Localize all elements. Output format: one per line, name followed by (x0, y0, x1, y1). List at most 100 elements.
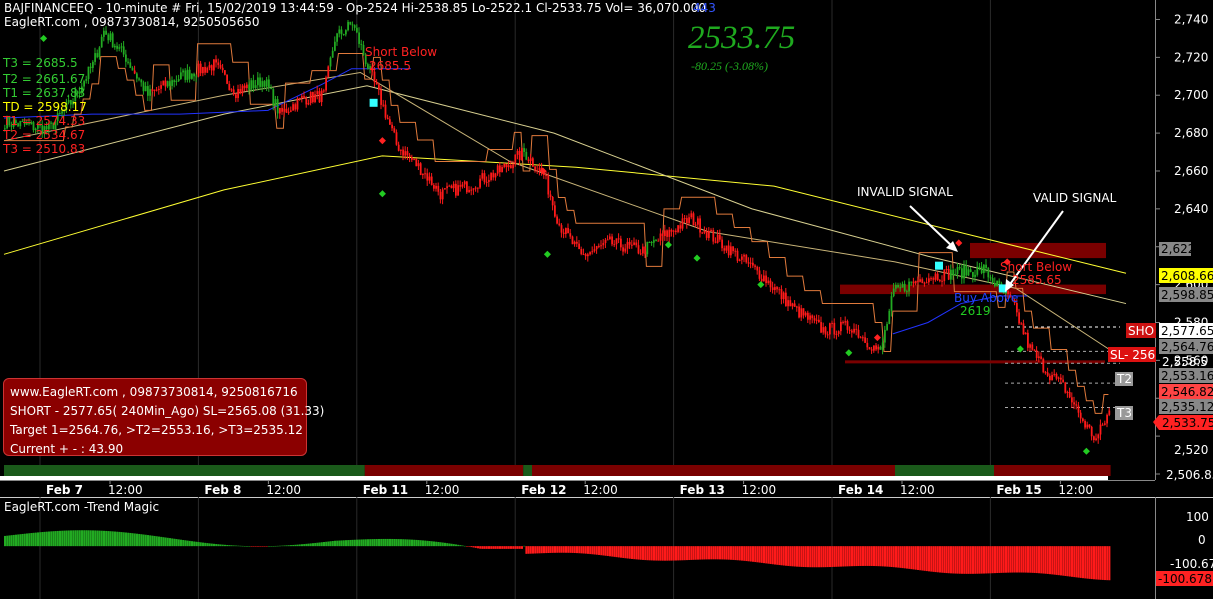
ind-bar (650, 546, 653, 561)
candle-body (105, 30, 107, 35)
ind-bar (523, 545, 526, 547)
candle-body (963, 265, 965, 279)
ind-bar (180, 539, 182, 547)
ind-bar (1099, 546, 1102, 580)
candle-body (285, 108, 288, 113)
ind-bar (622, 546, 625, 558)
candle-body (595, 246, 598, 250)
ind-bar (994, 546, 996, 574)
ind-bar (12, 534, 15, 547)
candle-body (281, 107, 283, 112)
ind-bar (1018, 546, 1021, 573)
candle-body (991, 278, 994, 283)
ind-bar (822, 546, 825, 568)
candle-body (224, 70, 226, 75)
ind-bar (37, 532, 39, 547)
ind-bar (963, 546, 966, 574)
day-label: Feb 15 (996, 483, 1041, 497)
candle-body (89, 66, 92, 68)
tag-2558: 2,558.5 (1162, 355, 1208, 369)
candle-body (340, 29, 343, 35)
ind-bar (303, 544, 306, 547)
candle-body (419, 163, 422, 176)
candle-body (373, 71, 376, 83)
ind-bar (613, 546, 616, 557)
ind-bar (551, 546, 554, 553)
ind-bar (866, 546, 869, 566)
candle-body (672, 230, 675, 232)
red-diamond (378, 137, 386, 145)
ind-bar (419, 540, 422, 547)
candle-body (628, 241, 631, 245)
candle-body (516, 150, 519, 155)
ind-bar (831, 546, 834, 567)
ind-bar (353, 539, 356, 547)
candle-body (1040, 356, 1042, 359)
ind-bar (276, 545, 279, 547)
ind-bar (83, 530, 86, 547)
ind-bar (853, 546, 856, 567)
ind-bar (34, 532, 37, 547)
candle-body (598, 245, 600, 247)
ind-bar (956, 546, 959, 574)
candle-body (1082, 418, 1084, 421)
candle-body (85, 79, 88, 82)
candle-body (661, 233, 664, 237)
ind-bar (791, 546, 794, 567)
candle-body (1097, 434, 1100, 439)
candle-body (976, 266, 979, 275)
candle-body (639, 253, 642, 255)
candle-body (738, 259, 741, 261)
candle-body (314, 94, 316, 103)
ind-bar (1075, 546, 1078, 578)
ind-bar (404, 539, 407, 547)
ind-bar (573, 546, 576, 554)
candle-body (111, 33, 114, 48)
ind-bar (422, 540, 424, 547)
candle-body (521, 148, 523, 161)
candle-body (573, 241, 576, 245)
ind-bar (162, 537, 165, 547)
candle-body (569, 233, 572, 237)
ind-bar (186, 540, 189, 547)
candle-body (206, 67, 209, 73)
ind-bar (560, 546, 563, 553)
ind-bar (131, 533, 134, 547)
candle-body (380, 89, 382, 105)
candle-body (670, 229, 673, 232)
candle-body (199, 63, 202, 74)
ind-bar (873, 546, 875, 567)
ind-bar (230, 545, 233, 547)
candle-body (653, 240, 655, 243)
ind-bar (43, 531, 46, 547)
ind-bar (837, 546, 840, 567)
candle-body (510, 165, 512, 169)
ind-bar (886, 546, 889, 567)
ind-bar (103, 530, 105, 547)
ind-bar (732, 546, 735, 560)
ind-bar (426, 540, 429, 547)
ind-bar (210, 543, 213, 547)
ind-bar (8, 535, 11, 547)
ind-bar (708, 546, 710, 560)
ind-bar (1044, 546, 1047, 574)
candle-body (974, 274, 976, 277)
candle-body (771, 287, 774, 291)
candle-body (417, 163, 420, 167)
candle-body (725, 245, 728, 251)
ind-bar (694, 546, 697, 560)
candle-body (754, 265, 756, 267)
candle-body (114, 45, 116, 48)
ind-bar (224, 544, 226, 547)
candle-body (259, 77, 261, 87)
ind-bar (655, 546, 658, 561)
ind-bar (285, 545, 288, 547)
ind-bar (184, 540, 187, 547)
ind-bar (884, 546, 886, 567)
candle-body (675, 230, 677, 232)
candle-body (1033, 349, 1036, 351)
ind-bar (1090, 546, 1093, 580)
ind-bar (818, 546, 820, 568)
green-diamond (693, 254, 701, 262)
ind-bar (461, 545, 464, 547)
